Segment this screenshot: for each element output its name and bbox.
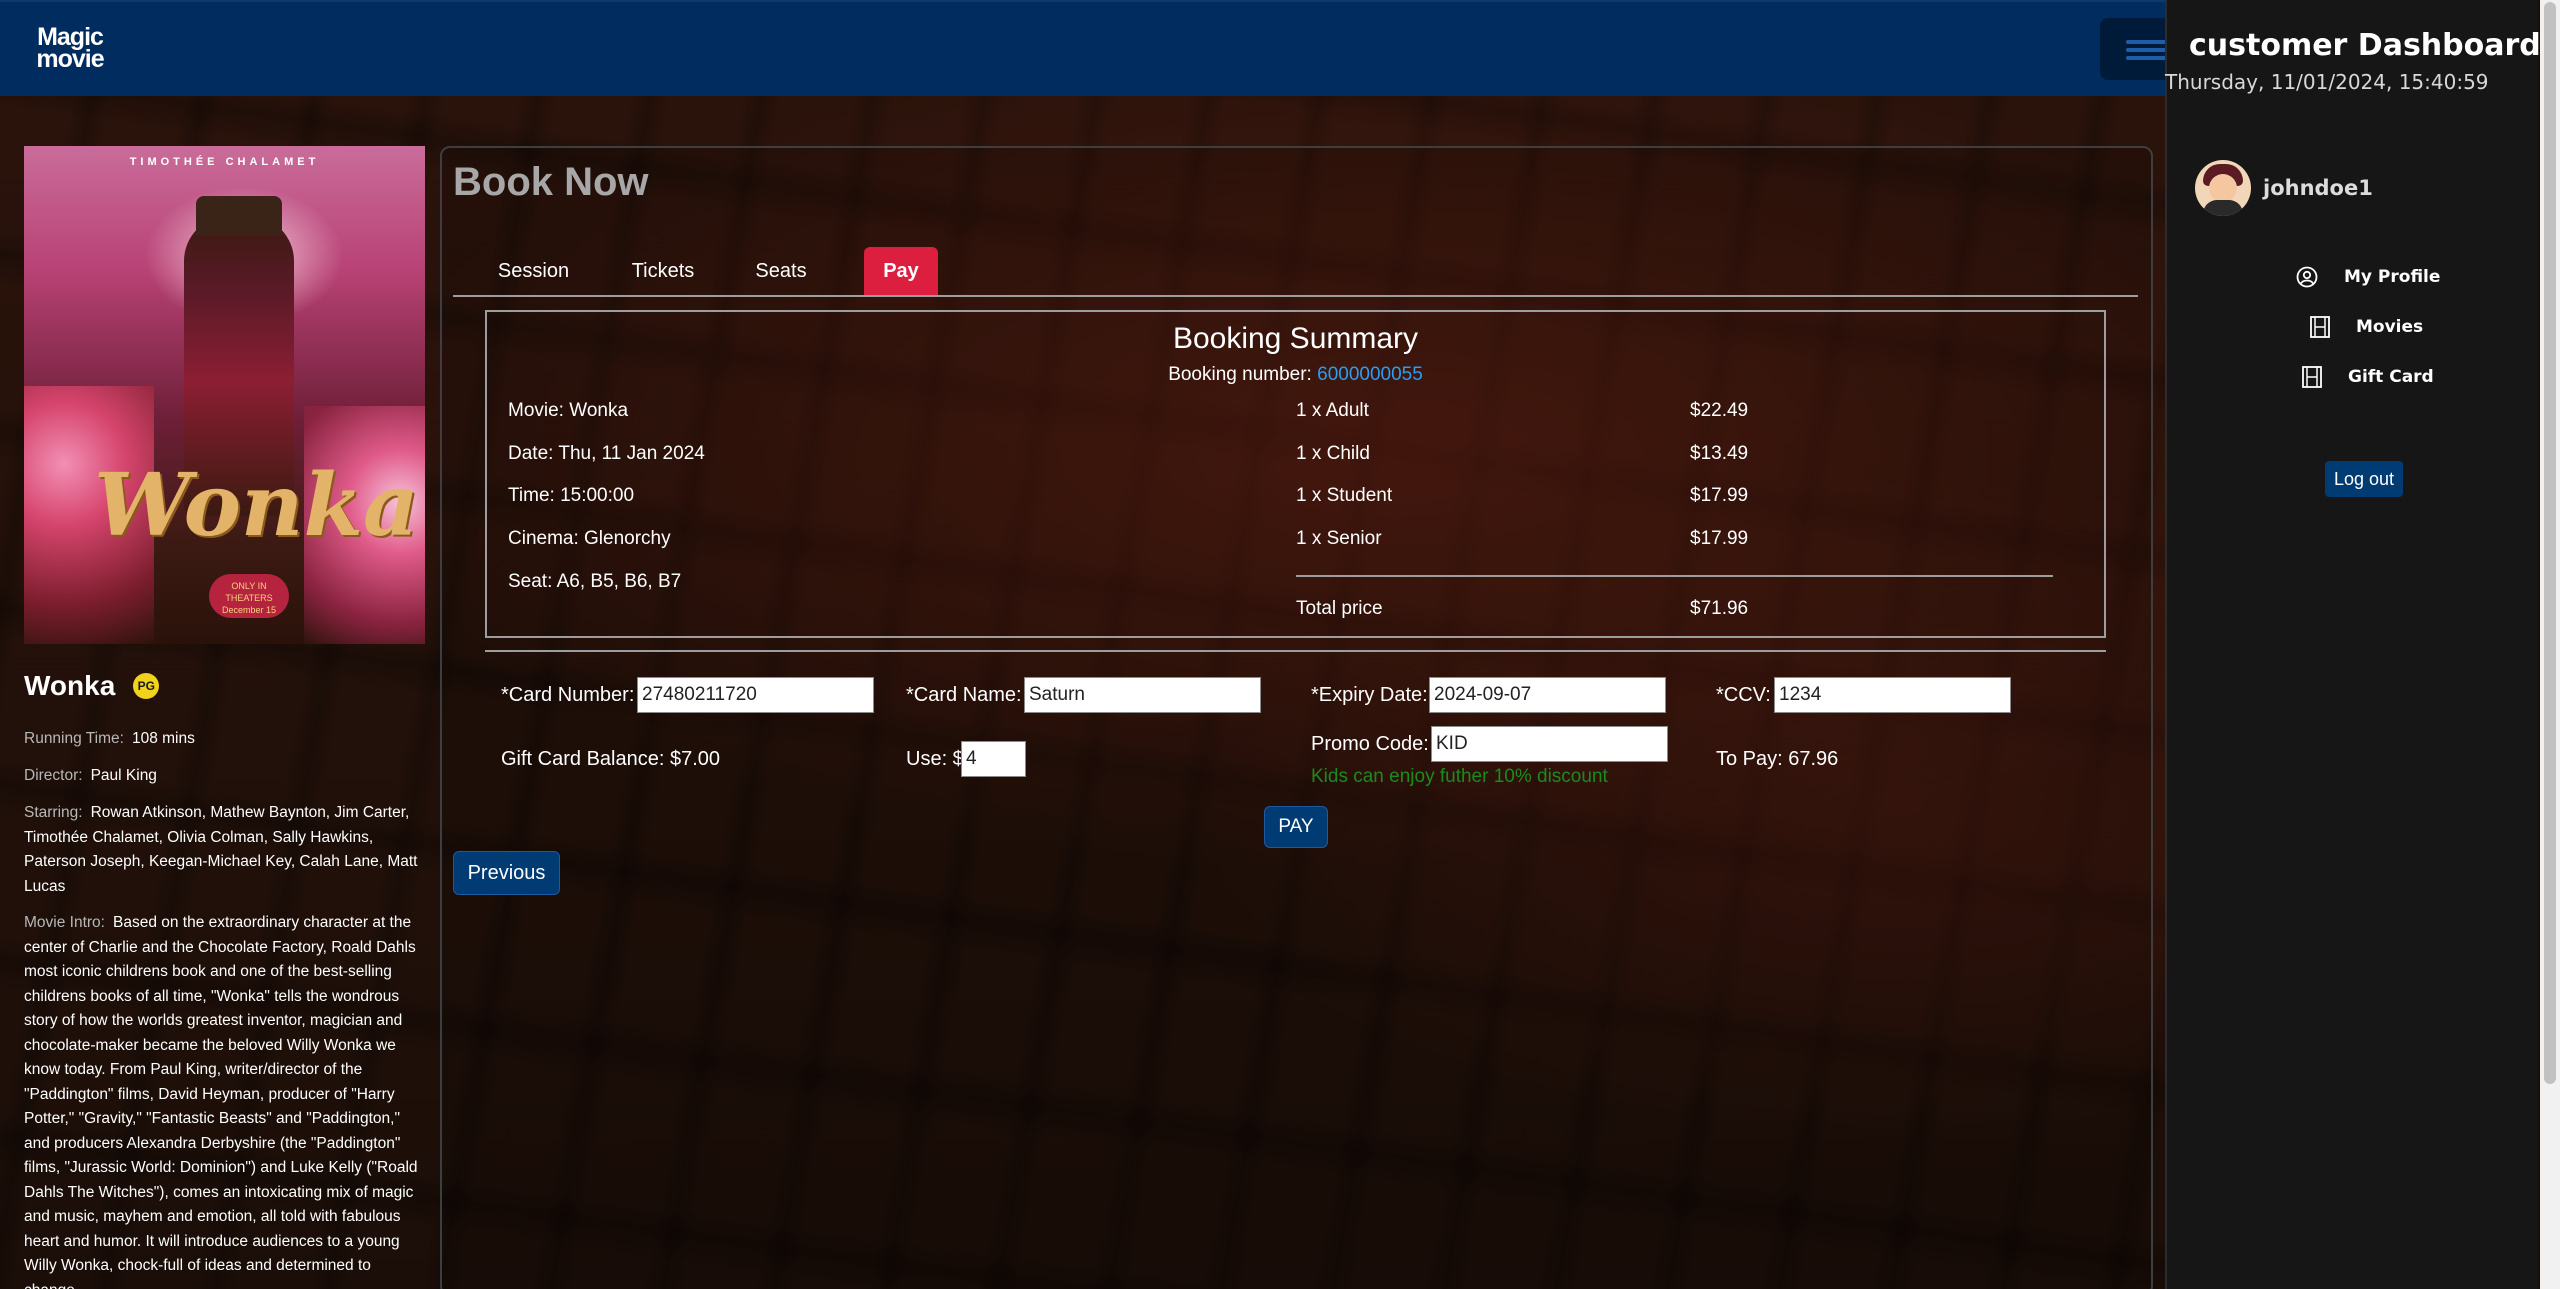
director-label: Director: <box>24 767 83 784</box>
card-number-label: *Card Number: <box>501 684 635 706</box>
poster-hat <box>196 196 282 236</box>
ticket-line-price: $22.49 <box>1690 400 1749 421</box>
running-time-value: 108 mins <box>131 730 195 747</box>
menu-bar-icon <box>2126 40 2166 44</box>
badge-line-1: ONLY IN THEATERS <box>225 581 273 603</box>
ticket-line-price: $13.49 <box>1690 443 1749 464</box>
movie-poster: TIMOTHÉE CHALAMET Wonka ONLY IN THEATERS… <box>24 146 425 644</box>
dashboard-item-label: My Profile <box>2344 267 2441 287</box>
summary-cinema: Cinema: Glenorchy <box>508 528 671 549</box>
dashboard-item-label: Gift Card <box>2348 367 2434 387</box>
logo-line-2: movie <box>36 45 104 73</box>
booking-number-value: 6000000055 <box>1317 364 1423 385</box>
page-scrollbar[interactable] <box>2540 0 2560 1289</box>
film-icon <box>2302 366 2322 388</box>
menu-bar-icon <box>2126 48 2166 52</box>
ticket-line-price: $17.99 <box>1690 485 1749 506</box>
logout-button[interactable]: Log out <box>2325 461 2403 497</box>
card-name-label: *Card Name: <box>906 684 1022 706</box>
gift-card-balance: Gift Card Balance: $7.00 <box>501 748 721 770</box>
top-navbar: Magic movie <box>0 0 2165 96</box>
user-circle-icon <box>2296 266 2318 288</box>
director-value: Paul King <box>90 767 157 784</box>
tab-seats[interactable]: Seats <box>746 247 816 295</box>
avatar[interactable] <box>2195 160 2251 216</box>
page-title: Book Now <box>453 160 649 204</box>
to-pay-amount: To Pay: 67.96 <box>1716 748 1839 770</box>
summary-date: Date: Thu, 11 Jan 2024 <box>508 443 705 464</box>
card-number-input[interactable] <box>637 677 874 713</box>
ticket-line-label: 1 x Student <box>1296 485 1393 506</box>
previous-button[interactable]: Previous <box>453 851 560 895</box>
avatar-body <box>2203 200 2243 216</box>
payment-divider <box>485 650 2106 652</box>
starring-value: Rowan Atkinson, Mathew Baynton, Jim Cart… <box>24 804 418 895</box>
promo-code-label: Promo Code: <box>1311 733 1429 755</box>
starring-label: Starring: <box>24 804 83 821</box>
ticket-line-label: 1 x Adult <box>1296 400 1369 421</box>
card-name-input[interactable] <box>1024 677 1261 713</box>
scrollbar-thumb[interactable] <box>2544 2 2556 1084</box>
ccv-label: *CCV: <box>1716 684 1771 706</box>
total-price-value: $71.96 <box>1690 598 1749 619</box>
rating-badge: PG <box>133 673 160 699</box>
running-time: Running Time: 108 mins <box>24 727 424 752</box>
username: johndoe1 <box>2263 176 2373 200</box>
tab-pay[interactable]: Pay <box>864 247 938 295</box>
booking-number-label: Booking number: <box>1168 364 1312 385</box>
poster-top-credit: TIMOTHÉE CHALAMET <box>129 156 320 168</box>
magic-movie-logo[interactable]: Magic movie <box>30 25 110 76</box>
booking-number: Booking number: 6000000055 <box>485 364 2106 386</box>
pay-button[interactable]: PAY <box>1264 806 1328 848</box>
summary-seats: Seat: A6, B5, B6, B7 <box>508 571 682 592</box>
dashboard-item-movies[interactable]: Movies <box>2310 312 2423 342</box>
gift-use-label: Use: $ <box>906 748 964 770</box>
promo-code-input[interactable] <box>1431 726 1668 762</box>
dashboard-item-label: Movies <box>2356 317 2424 337</box>
ccv-input[interactable] <box>1774 677 2011 713</box>
movie-intro: Movie Intro: Based on the extraordinary c… <box>24 911 424 1289</box>
dashboard-item-my-profile[interactable]: My Profile <box>2296 262 2440 292</box>
expiry-date-label: *Expiry Date: <box>1311 684 1428 706</box>
summary-time: Time: 15:00:00 <box>508 485 635 506</box>
booking-summary-title: Booking Summary <box>1172 322 1419 355</box>
poster-title-art: Wonka <box>94 455 419 556</box>
director: Director: Paul King <box>24 764 424 789</box>
film-icon <box>2310 316 2330 338</box>
intro-label: Movie Intro: <box>24 914 105 931</box>
movie-title-row: Wonka PG <box>24 668 160 704</box>
poster-release-badge: ONLY IN THEATERS December 15 <box>209 574 289 618</box>
promo-message: Kids can enjoy futher 10% discount <box>1311 766 1608 787</box>
dashboard-title: customer Dashboard <box>2189 28 2541 63</box>
total-divider <box>1296 575 2053 577</box>
ticket-line-label: 1 x Child <box>1296 443 1370 464</box>
expiry-date-input[interactable] <box>1429 677 1666 713</box>
booking-summary-box <box>485 310 2106 638</box>
menu-bar-icon <box>2126 56 2166 60</box>
ticket-line-label: 1 x Senior <box>1296 528 1382 549</box>
total-price-label: Total price <box>1296 598 1383 619</box>
badge-line-2: December 15 <box>221 605 277 615</box>
movie-title: Wonka <box>24 670 116 701</box>
tab-tickets[interactable]: Tickets <box>623 247 703 295</box>
summary-movie: Movie: Wonka <box>508 400 629 421</box>
booking-tabs: Session Tickets Seats Pay <box>453 247 2138 297</box>
gift-use-input[interactable] <box>961 741 1026 777</box>
avatar-face <box>2209 174 2237 202</box>
dashboard-datetime: Thursday, 11/01/2024, 15:40:59 <box>2165 70 2489 94</box>
ticket-line-price: $17.99 <box>1690 528 1749 549</box>
running-time-label: Running Time: <box>24 730 124 747</box>
starring: Starring: Rowan Atkinson, Mathew Baynton,… <box>24 801 424 899</box>
intro-value: Based on the extraordinary character at … <box>24 914 418 1289</box>
tab-session[interactable]: Session <box>491 247 576 295</box>
dashboard-item-gift-card[interactable]: Gift Card <box>2302 362 2434 392</box>
